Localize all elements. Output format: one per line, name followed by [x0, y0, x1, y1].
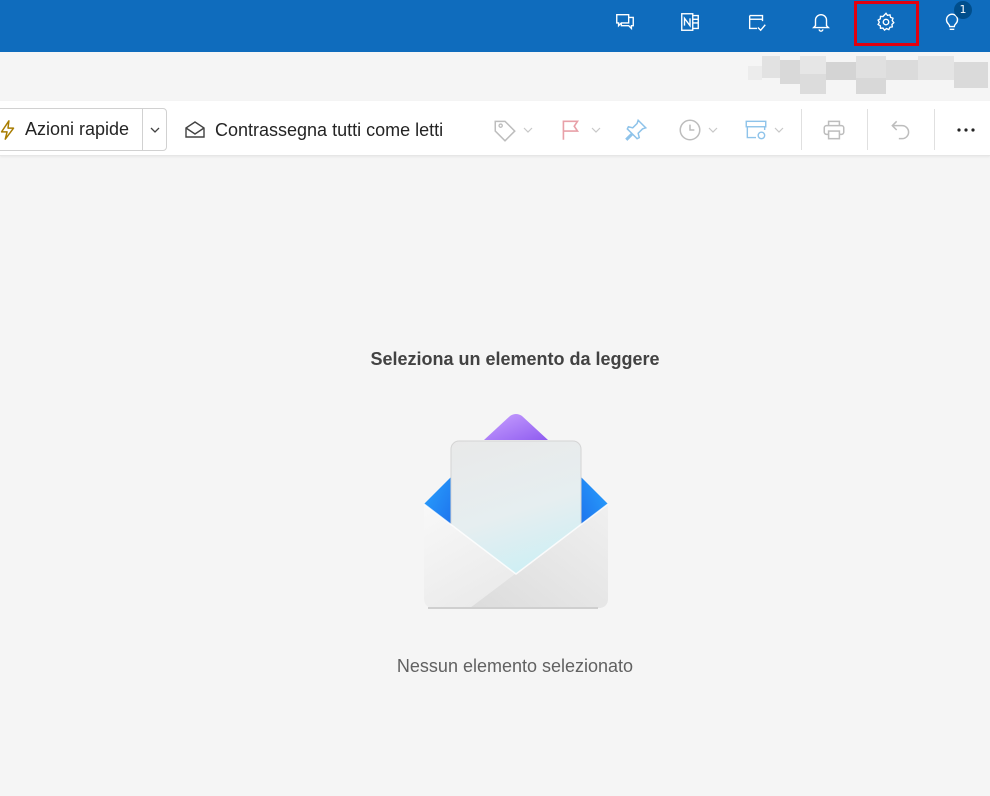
quick-actions-button[interactable]: Azioni rapide	[0, 109, 142, 150]
pin-icon	[625, 118, 648, 141]
notification-badge: 1	[954, 1, 972, 19]
empty-state-title: Seleziona un elemento da leggere	[370, 349, 660, 369]
rules-button[interactable]	[743, 112, 785, 148]
categorize-button[interactable]	[492, 112, 534, 148]
chevron-down-icon	[708, 127, 718, 133]
onenote-icon	[681, 13, 699, 31]
chevron-down-icon	[523, 127, 533, 133]
pin-button[interactable]	[623, 112, 649, 148]
feedback-button[interactable]	[601, 2, 649, 42]
flag-button[interactable]	[558, 112, 602, 148]
chevron-down-icon	[150, 127, 160, 133]
undo-icon	[891, 120, 910, 140]
command-toolbar: Azioni rapide Contrassegna tutti come le…	[0, 101, 990, 156]
gear-icon	[877, 12, 895, 32]
quick-actions-dropdown[interactable]	[143, 109, 167, 150]
redacted-area	[748, 56, 990, 96]
more-options-button[interactable]	[954, 112, 978, 148]
tasks-icon	[748, 14, 766, 32]
envelope-illustration	[423, 414, 609, 609]
onenote-button[interactable]	[666, 2, 714, 42]
quick-actions-split-button: Azioni rapide	[0, 108, 167, 151]
chevron-down-icon	[774, 127, 784, 133]
mark-all-read-label: Contrassegna tutti come letti	[215, 119, 444, 140]
tasks-button[interactable]	[733, 2, 781, 42]
snooze-button[interactable]	[677, 112, 719, 148]
more-icon	[957, 128, 975, 132]
chat-feedback-icon	[616, 13, 634, 31]
lightning-icon	[0, 119, 15, 140]
chevron-down-icon	[591, 127, 601, 133]
notifications-button[interactable]	[797, 2, 845, 42]
print-icon	[823, 120, 845, 140]
top-bar: 1	[0, 0, 990, 52]
rules-icon	[745, 120, 767, 140]
bell-icon	[812, 14, 830, 32]
envelope-open-icon	[185, 121, 205, 138]
print-button[interactable]	[821, 112, 847, 148]
settings-button[interactable]	[862, 2, 910, 42]
empty-state-subtitle: Nessun elemento selezionato	[396, 656, 634, 676]
undo-button[interactable]	[888, 112, 914, 148]
clock-icon	[679, 119, 701, 141]
tag-icon	[494, 120, 516, 142]
mark-all-read-button[interactable]: Contrassegna tutti come letti	[183, 110, 443, 150]
quick-actions-label: Azioni rapide	[25, 119, 130, 139]
flag-icon	[562, 120, 580, 140]
